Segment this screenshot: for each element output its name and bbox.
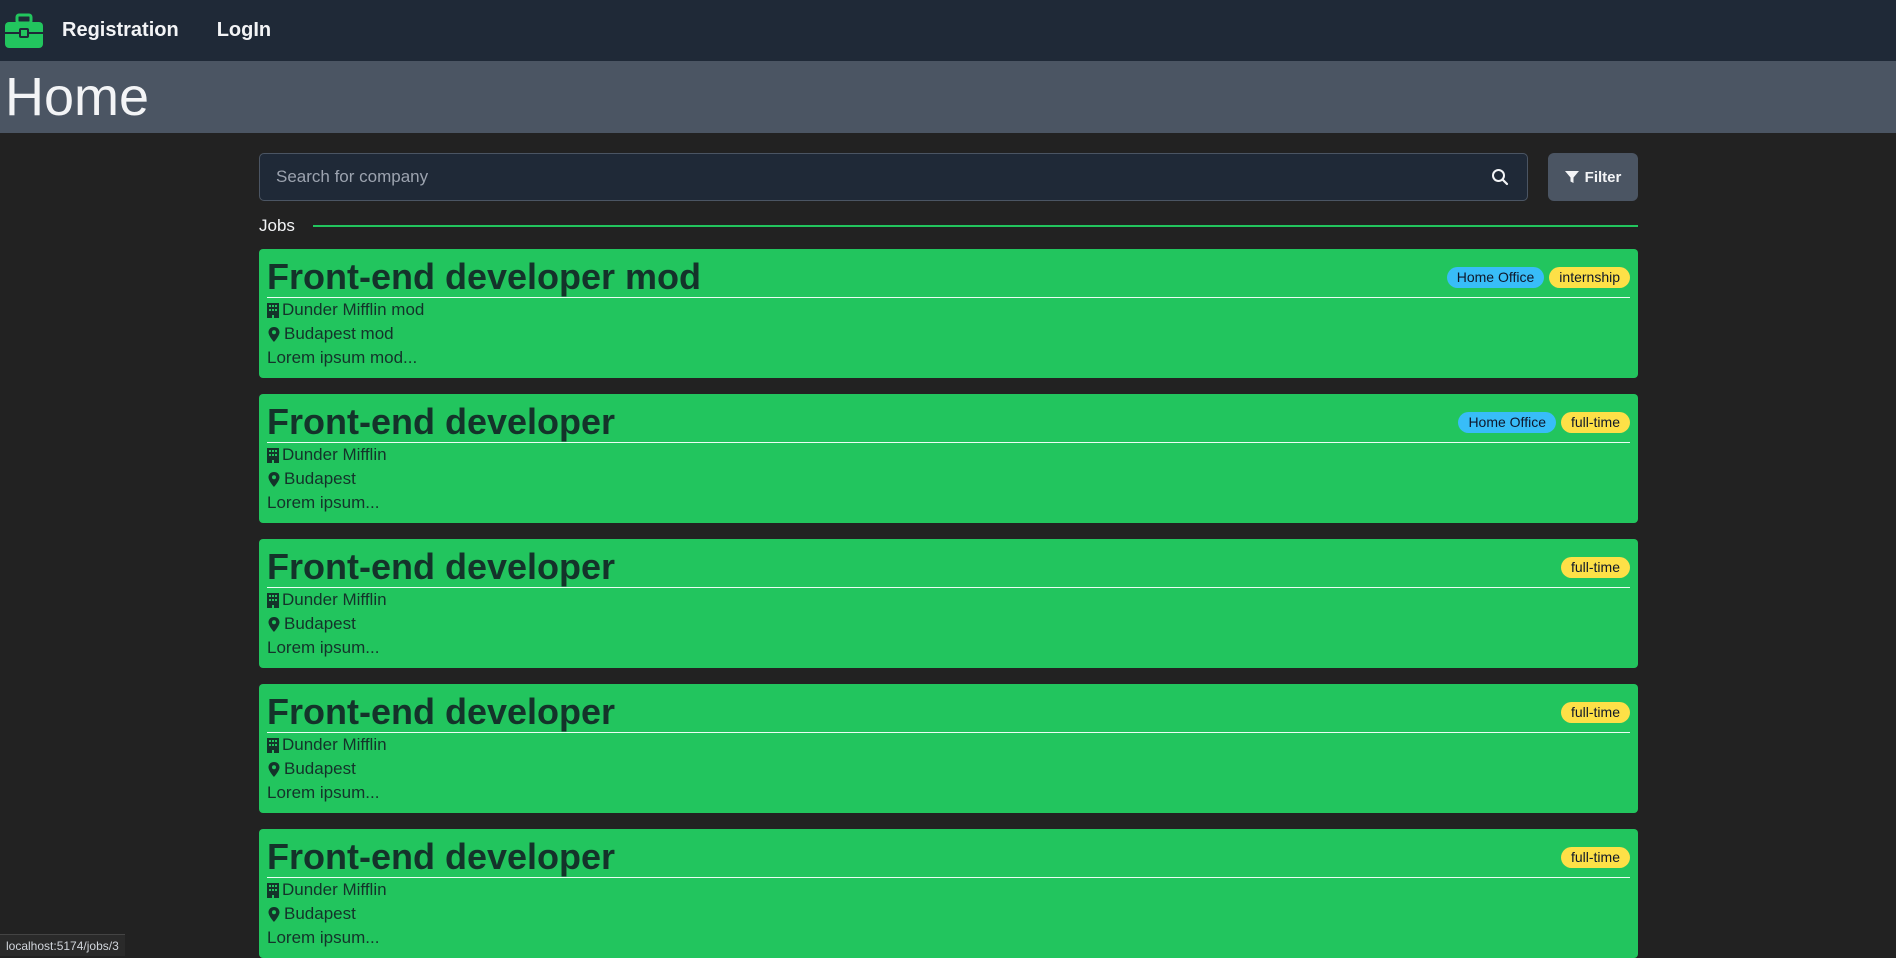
- job-list: Front-end developer mod Home Office inte…: [259, 249, 1638, 958]
- building-icon: [267, 882, 279, 898]
- job-title[interactable]: Front-end developer: [267, 547, 615, 587]
- employment-type-badge: full-time: [1560, 411, 1630, 433]
- job-badges: Home Office internship: [1446, 266, 1630, 288]
- building-icon: [267, 302, 279, 318]
- briefcase-icon[interactable]: [4, 13, 44, 49]
- job-description: Lorem ipsum...: [267, 783, 380, 802]
- job-location-name: Budapest: [284, 904, 356, 923]
- job-company-name: Dunder Mifflin: [282, 880, 387, 899]
- job-company: Dunder Mifflin: [267, 878, 1630, 902]
- building-icon: [267, 447, 279, 463]
- page-title: Home: [5, 67, 150, 127]
- home-office-badge: Home Office: [1446, 266, 1545, 288]
- job-card[interactable]: Front-end developer full-time Dunder Mif…: [259, 539, 1638, 668]
- search-row: Filter: [259, 153, 1638, 201]
- employment-type-badge: full-time: [1560, 556, 1630, 578]
- building-icon: [267, 592, 279, 608]
- job-location-name: Budapest: [284, 469, 356, 488]
- job-location: Budapest: [267, 612, 1630, 636]
- job-location-name: Budapest: [284, 759, 356, 778]
- job-company-name: Dunder Mifflin: [282, 445, 387, 464]
- job-description: Lorem ipsum...: [267, 638, 380, 657]
- job-company: Dunder Mifflin: [267, 443, 1630, 467]
- nav-registration-link[interactable]: Registration: [62, 19, 179, 42]
- job-card-header: Front-end developer Home Office full-tim…: [267, 402, 1630, 443]
- job-description: Lorem ipsum mod...: [267, 348, 418, 367]
- job-company: Dunder Mifflin: [267, 733, 1630, 757]
- job-title[interactable]: Front-end developer mod: [267, 257, 701, 297]
- job-badges: full-time: [1560, 556, 1630, 578]
- job-location-name: Budapest mod: [284, 324, 394, 343]
- main-content: Filter Jobs Front-end developer mod Home…: [259, 153, 1638, 958]
- job-description: Lorem ipsum...: [267, 928, 380, 947]
- funnel-icon: [1564, 171, 1579, 183]
- employment-type-badge: full-time: [1560, 701, 1630, 723]
- job-card-header: Front-end developer mod Home Office inte…: [267, 257, 1630, 298]
- nav-login-link[interactable]: LogIn: [217, 19, 271, 42]
- status-bar-url: localhost:5174/jobs/3: [0, 934, 125, 956]
- employment-type-badge: internship: [1549, 266, 1630, 288]
- job-location: Budapest: [267, 902, 1630, 926]
- jobs-section-header: Jobs: [259, 216, 1638, 236]
- job-card[interactable]: Front-end developer Home Office full-tim…: [259, 394, 1638, 523]
- job-title[interactable]: Front-end developer: [267, 402, 615, 442]
- map-pin-icon: [268, 761, 280, 777]
- job-company: Dunder Mifflin mod: [267, 298, 1630, 322]
- job-card-header: Front-end developer full-time: [267, 692, 1630, 733]
- job-card[interactable]: Front-end developer full-time Dunder Mif…: [259, 684, 1638, 813]
- map-pin-icon: [268, 616, 280, 632]
- job-company-name: Dunder Mifflin: [282, 590, 387, 609]
- job-badges: full-time: [1560, 846, 1630, 868]
- page-header: Home: [0, 61, 1896, 133]
- map-pin-icon: [268, 326, 280, 342]
- job-location: Budapest: [267, 467, 1630, 491]
- job-card[interactable]: Front-end developer mod Home Office inte…: [259, 249, 1638, 378]
- job-description: Lorem ipsum...: [267, 493, 380, 512]
- employment-type-badge: full-time: [1560, 846, 1630, 868]
- filter-button[interactable]: Filter: [1548, 153, 1638, 201]
- building-icon: [267, 737, 279, 753]
- search-input[interactable]: [260, 166, 1491, 188]
- navbar: Registration LogIn: [0, 0, 1896, 61]
- job-badges: Home Office full-time: [1458, 411, 1630, 433]
- job-card-header: Front-end developer full-time: [267, 837, 1630, 878]
- section-divider: [312, 225, 1638, 227]
- job-card[interactable]: Front-end developer full-time Dunder Mif…: [259, 829, 1638, 958]
- search-box: [259, 153, 1528, 201]
- job-title[interactable]: Front-end developer: [267, 692, 615, 732]
- job-location-name: Budapest: [284, 614, 356, 633]
- filter-button-label: Filter: [1584, 168, 1622, 186]
- job-location: Budapest: [267, 757, 1630, 781]
- search-icon[interactable]: [1491, 168, 1509, 186]
- job-card-header: Front-end developer full-time: [267, 547, 1630, 588]
- job-title[interactable]: Front-end developer: [267, 837, 615, 877]
- job-badges: full-time: [1560, 701, 1630, 723]
- job-company-name: Dunder Mifflin mod: [282, 300, 425, 319]
- home-office-badge: Home Office: [1458, 411, 1556, 433]
- jobs-section-label: Jobs: [259, 216, 295, 235]
- job-company: Dunder Mifflin: [267, 588, 1630, 612]
- map-pin-icon: [268, 906, 280, 922]
- job-location: Budapest mod: [267, 322, 1630, 346]
- map-pin-icon: [268, 471, 280, 487]
- job-company-name: Dunder Mifflin: [282, 735, 387, 754]
